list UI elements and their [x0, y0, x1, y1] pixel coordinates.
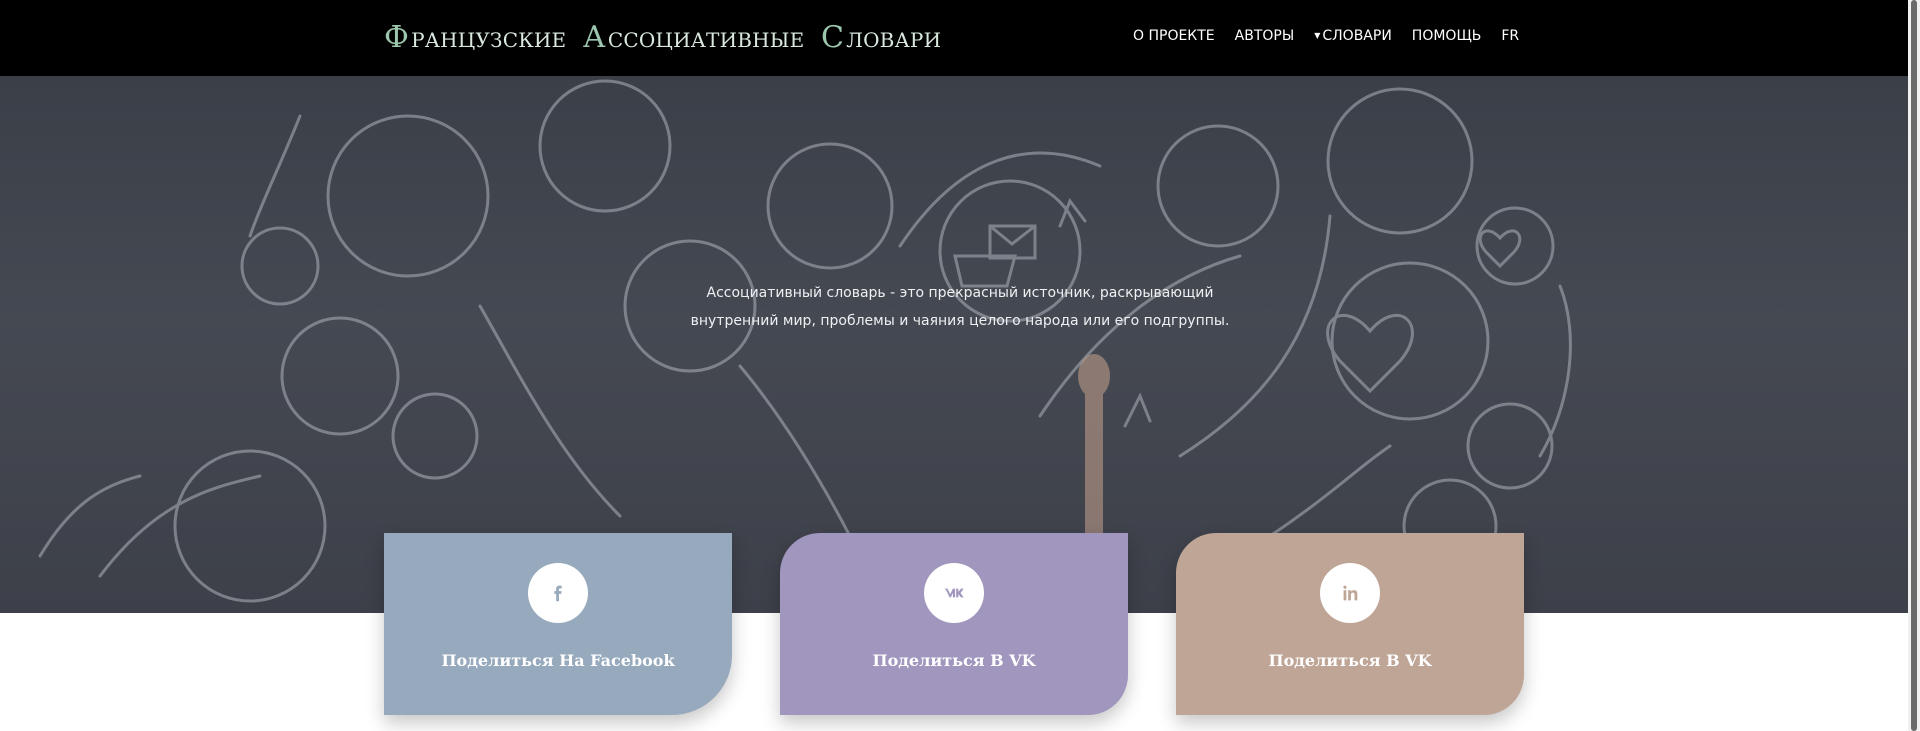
- hero-description: Ассоциативный словарь - это прекрасный и…: [660, 279, 1260, 335]
- caret-down-icon: ▼: [1314, 31, 1321, 40]
- top-navbar: Ф РАНЦУЗСКИЕ А ССОЦИАТИВНЫЕ С ЛОВАРИ О ПРОЕ…: [0, 0, 1908, 76]
- nav-dictionaries-label: СЛОВАРИ: [1322, 28, 1392, 44]
- nav-authors[interactable]: АВТОРЫ: [1235, 28, 1295, 44]
- page-scrollbar[interactable]: [1908, 0, 1920, 731]
- title-initial: Ф: [384, 20, 410, 55]
- share-linkedin-label: Поделиться В VK: [1268, 651, 1432, 670]
- nav-dictionaries-dropdown[interactable]: ▼ СЛОВАРИ: [1314, 28, 1392, 44]
- main-nav: О ПРОЕКТЕ АВТОРЫ ▼ СЛОВАРИ ПОМОЩЬ FR: [1133, 28, 1519, 44]
- linkedin-icon: [1320, 563, 1380, 623]
- scrollbar-thumb[interactable]: [1911, 0, 1917, 731]
- nav-about[interactable]: О ПРОЕКТЕ: [1133, 28, 1215, 44]
- share-vk-label: Поделиться В VK: [872, 651, 1036, 670]
- share-vk-card[interactable]: Поделиться В VK: [780, 533, 1128, 715]
- nav-help[interactable]: ПОМОЩЬ: [1412, 28, 1482, 44]
- facebook-icon: [528, 563, 588, 623]
- title-word: ССОЦИАТИВНЫЕ: [607, 28, 805, 52]
- share-facebook-card[interactable]: Поделиться На Facebook: [384, 533, 732, 715]
- hero-text-line: Ассоциативный словарь - это прекрасный и…: [706, 285, 1214, 301]
- hero-text-line: внутренний мир, проблемы и чаяния целого…: [690, 313, 1230, 329]
- title-initial: С: [821, 20, 845, 55]
- title-word: РАНЦУЗСКИЕ: [411, 28, 567, 52]
- nav-language[interactable]: FR: [1501, 28, 1519, 44]
- share-facebook-label: Поделиться На Facebook: [441, 651, 675, 670]
- share-linkedin-card[interactable]: Поделиться В VK: [1176, 533, 1524, 715]
- vk-icon: [924, 563, 984, 623]
- title-initial: А: [582, 20, 606, 55]
- title-word: ЛОВАРИ: [846, 28, 942, 52]
- site-title[interactable]: Ф РАНЦУЗСКИЕ А ССОЦИАТИВНЫЕ С ЛОВАРИ: [384, 20, 951, 55]
